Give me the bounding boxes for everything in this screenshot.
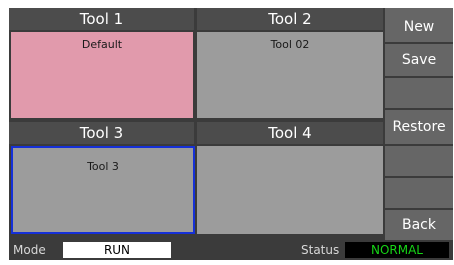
save-button[interactable]: Save bbox=[385, 44, 453, 76]
restore-button[interactable]: Restore bbox=[385, 110, 453, 144]
tool-1-name: Default bbox=[81, 38, 123, 51]
status-value: NORMAL bbox=[345, 242, 449, 258]
tool-2-panel[interactable]: Tool 02 bbox=[197, 32, 383, 118]
tool-3-header: Tool 3 bbox=[9, 122, 194, 144]
mode-label: Mode bbox=[13, 243, 46, 257]
tool-4-panel[interactable] bbox=[197, 146, 383, 234]
back-button[interactable]: Back bbox=[385, 210, 453, 240]
tool-2-header: Tool 2 bbox=[197, 8, 383, 30]
tool-4-header: Tool 4 bbox=[197, 122, 383, 144]
new-button[interactable]: New bbox=[385, 8, 453, 42]
tool-4-name bbox=[197, 146, 383, 152]
tool-2-name: Tool 02 bbox=[270, 38, 310, 51]
status-bar: Mode RUN Status NORMAL bbox=[9, 240, 453, 260]
tool-3-panel[interactable]: Tool 3 bbox=[11, 146, 195, 234]
blank-button-1[interactable] bbox=[385, 78, 453, 108]
mode-value: RUN bbox=[63, 242, 171, 258]
tool-select-screen: Tool 1 Default Tool 2 Tool 02 Tool 3 Too… bbox=[9, 8, 453, 260]
tool-1-panel[interactable]: Default bbox=[11, 32, 193, 118]
tool-1-header: Tool 1 bbox=[9, 8, 194, 30]
tool-3-name: Tool 3 bbox=[87, 160, 119, 173]
blank-button-2[interactable] bbox=[385, 146, 453, 176]
blank-button-3[interactable] bbox=[385, 178, 453, 208]
status-label: Status bbox=[301, 243, 340, 257]
